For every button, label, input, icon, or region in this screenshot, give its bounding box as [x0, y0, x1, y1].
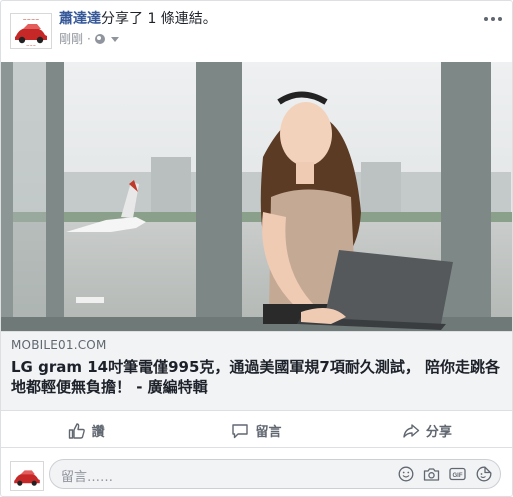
emoji-icon[interactable] — [397, 465, 414, 482]
post-card: ~~~~ ~~~ 蕭達達分享了 1 條連結。 剛剛 · MOBILE01.COM… — [0, 0, 513, 497]
link-preview-image[interactable] — [1, 62, 512, 331]
post-meta: 剛剛 · — [59, 31, 119, 47]
author-avatar[interactable]: ~~~~ ~~~ — [10, 13, 52, 49]
globe-icon[interactable] — [94, 34, 105, 44]
more-options-button[interactable] — [484, 13, 504, 25]
comment-button[interactable]: 留言 — [171, 414, 341, 447]
comment-tools: GIF — [397, 465, 492, 482]
dot-icon — [498, 17, 502, 21]
thumbs-up-icon — [68, 422, 85, 439]
link-title[interactable]: LG gram 14吋筆電僅995克，通過美國軍規7項耐久測試， 陪你走跳各地都… — [11, 357, 501, 397]
dot-icon — [491, 17, 495, 21]
comment-input[interactable]: 留言…… GIF — [49, 459, 501, 489]
svg-text:GIF: GIF — [453, 473, 463, 479]
commenter-avatar[interactable] — [10, 461, 44, 491]
dot-icon — [484, 17, 488, 21]
like-button[interactable]: 讚 — [1, 414, 171, 447]
author-name[interactable]: 蕭達達 — [59, 11, 101, 27]
comment-icon — [232, 423, 249, 438]
camera-icon[interactable] — [423, 465, 440, 482]
share-icon — [403, 423, 420, 438]
share-label: 分享 — [425, 425, 452, 440]
svg-text:~~~: ~~~ — [26, 43, 36, 48]
share-button[interactable]: 分享 — [342, 414, 512, 447]
sticker-icon[interactable] — [475, 465, 492, 482]
post-author-line: 蕭達達分享了 1 條連結。 — [59, 10, 217, 28]
link-domain: MOBILE01.COM — [11, 338, 107, 352]
link-preview-info[interactable]: MOBILE01.COM LG gram 14吋筆電僅995克，通過美國軍規7項… — [1, 331, 512, 411]
chevron-down-icon[interactable] — [110, 36, 119, 42]
svg-text:~~~~: ~~~~ — [23, 17, 40, 23]
post-actions-bar: 讚 留言 分享 — [1, 414, 512, 448]
comment-placeholder: 留言…… — [61, 470, 114, 485]
like-label: 讚 — [91, 425, 105, 440]
post-action-text: 分享了 1 條連結。 — [101, 11, 217, 27]
gif-icon[interactable]: GIF — [449, 465, 466, 482]
comment-label: 留言 — [255, 425, 282, 440]
post-timestamp[interactable]: 剛剛 — [59, 31, 83, 47]
